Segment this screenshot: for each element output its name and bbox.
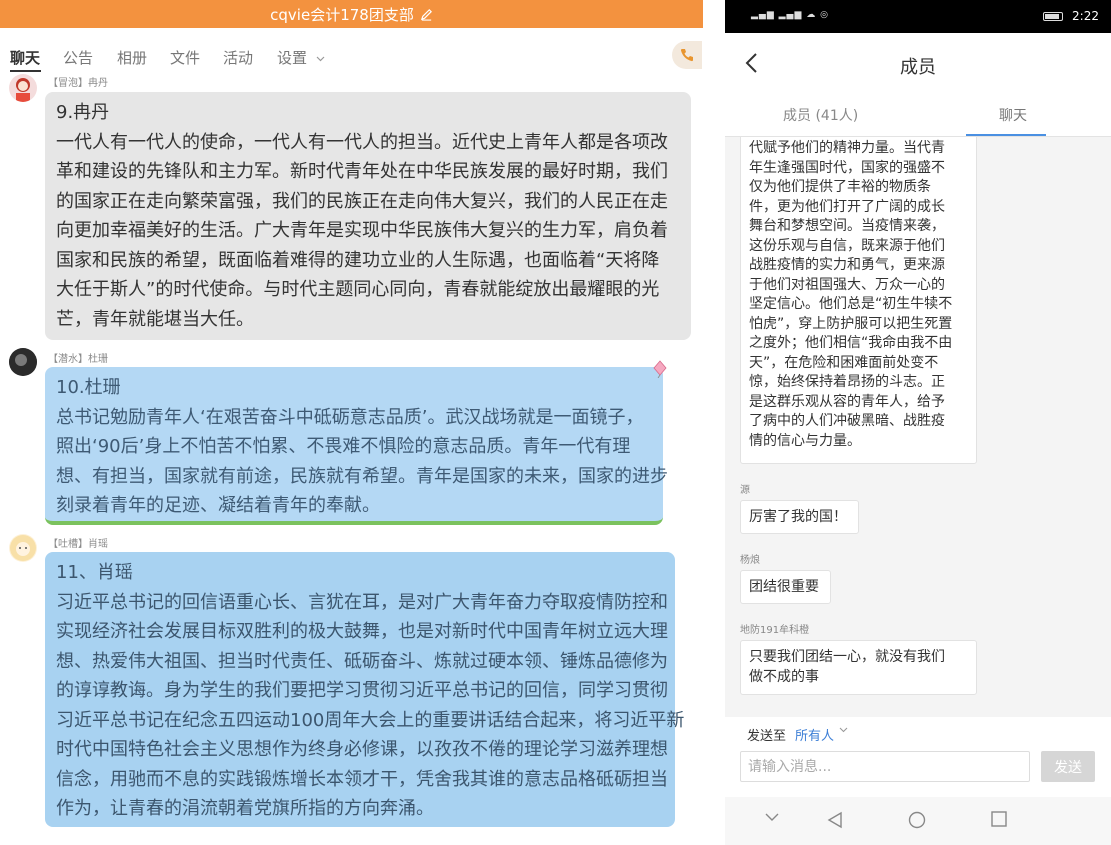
- group-tabs: 聊天 公告 相册 文件 活动 设置: [0, 28, 703, 72]
- recents-square-icon[interactable]: [991, 811, 1007, 827]
- status-bar: ▂▄▆ ▂▄▆ ☁ ◎ 2:22: [725, 0, 1111, 33]
- message-line: 想、热爱伟大祖国、担当时代责任、砥砺奋斗、炼就过硬本领、锤炼品德修为: [56, 650, 668, 672]
- message-bubble[interactable]: 10.杜珊 总书记勉励青年人‘在艰苦奋斗中砥砺意志品质’。武汉战场就是一面镜子，…: [45, 367, 668, 525]
- message-line: 的国家正在走向繁荣富强，我们的民族正在走向伟大复兴，我们的人民正在走: [56, 190, 668, 212]
- tab-album[interactable]: 相册: [117, 47, 147, 68]
- back-triangle-icon[interactable]: [827, 811, 843, 829]
- message-line: 刻录着青年的足迹、凝结着青年的奉献。: [56, 495, 380, 516]
- home-circle-icon[interactable]: [908, 811, 926, 829]
- message-line: 代赋予他们的精神力量。当代青: [749, 140, 945, 156]
- message-bubble[interactable]: 只要我们团结一心，就没有我们 做不成的事: [740, 640, 977, 695]
- tab-files[interactable]: 文件: [170, 47, 200, 68]
- tab-settings[interactable]: 设置: [277, 47, 325, 68]
- avatar[interactable]: [9, 74, 37, 102]
- group-title-bar: cqvie会计178团支部: [0, 0, 703, 28]
- message-line: 舞台和梦想空间。当疫情来袭，: [749, 218, 945, 234]
- message-bubble[interactable]: 团结很重要: [740, 570, 831, 604]
- message-line: 总书记勉励青年人‘在艰苦奋斗中砥砺意志品质’。武汉战场就是一面镜子，: [56, 406, 644, 428]
- tab-settings-label: 设置: [277, 49, 308, 67]
- tab-chat[interactable]: 聊天: [10, 47, 40, 68]
- sender-name: 【潜水】杜珊: [48, 354, 108, 365]
- edit-icon[interactable]: [420, 8, 433, 21]
- nav-bar: 成员: [725, 33, 1111, 93]
- tab-activity[interactable]: 活动: [223, 47, 253, 68]
- message-line: 时代中国特色社会主义思想作为终身必修课，以孜孜不倦的理论学习滋养理想: [56, 739, 668, 760]
- avatar[interactable]: [9, 534, 37, 562]
- message-line: 习近平总书记在纪念五四运动100周年大会上的重要讲话结合起来，将习近平新: [56, 709, 685, 731]
- message-line: 作为，让青春的涓流朝着党旗所指的方向奔涌。: [56, 798, 434, 819]
- battery-icon: [1043, 12, 1063, 21]
- avatar[interactable]: [9, 348, 37, 376]
- send-button[interactable]: 发送: [1041, 751, 1095, 782]
- chevron-down-icon[interactable]: [839, 727, 848, 733]
- recipient-select[interactable]: 所有人: [795, 725, 834, 744]
- message-line: 想、有担当，国家就有前途，民族就有希望。青年是国家的未来，国家的进步: [56, 465, 668, 487]
- message-line: 只要我们团结一心，就没有我们: [749, 649, 945, 665]
- message-line: 习近平总书记的回信语重心长、言犹在耳，是对广大青年奋力夺取疫情防控和: [56, 591, 668, 613]
- message-line: 于他们对祖国强大、万众一心的: [749, 276, 945, 293]
- message-line: 仅为他们提供了丰裕的物质条: [749, 179, 931, 195]
- message-line: 大任于斯人”的时代使命。与时代主题同心同向，青春就能绽放出最耀眼的光: [56, 279, 660, 300]
- message-title: 10.杜珊: [56, 377, 121, 398]
- message-line: 做不成的事: [749, 668, 819, 685]
- active-tab-indicator: [966, 134, 1046, 136]
- signal-icon: ▂▄▆ ▂▄▆ ☁ ◎: [751, 10, 829, 20]
- send-to-label: 发送至: [747, 729, 787, 744]
- message-line: 一代人有一代人的使命，一代人有一代人的担当。近代史上青年人都是各项改: [56, 131, 668, 153]
- message-bubble[interactable]: 11、肖瑶 习近平总书记的回信语重心长、言犹在耳，是对广大青年奋力夺取疫情防控和…: [45, 552, 685, 827]
- voice-call-button[interactable]: [672, 41, 702, 69]
- message-line: 照出‘90后’身上不怕苦不怕累、不畏难不惧险的意志品质。青年一代有理: [56, 436, 631, 457]
- sender-name: 地防191牟科橙: [740, 625, 810, 636]
- message-bubble[interactable]: 厉害了我的国！: [740, 500, 859, 534]
- tab-chat[interactable]: 聊天: [999, 105, 1027, 125]
- message-line: 之度外；他们相信“我命由我不由: [749, 335, 953, 351]
- compose-area: 发送至 所有人 发送: [725, 717, 1111, 797]
- message-line: 信念，用驰而不息的实践锻炼增长本领才干，凭舍我其谁的意志品格砥砺担当: [56, 768, 668, 790]
- status-time: 2:22: [1072, 9, 1099, 23]
- message-line: 这份乐观与自信，既来源于他们: [749, 237, 945, 254]
- message-line: 惊，始终保持着昂扬的斗志。正: [749, 374, 945, 390]
- tab-members[interactable]: 成员 (41人): [783, 105, 858, 125]
- message-line: 坚定信心。他们总是“初生牛犊不: [749, 296, 953, 312]
- mobile-group-screen: ▂▄▆ ▂▄▆ ☁ ◎ 2:22 成员 成员 (41人) 聊天 代赋予他们的精神…: [725, 0, 1111, 845]
- chevron-down-icon[interactable]: [765, 811, 779, 823]
- segment-tabs: 成员 (41人) 聊天: [725, 93, 1111, 137]
- sender-name: 【吐槽】肖瑶: [48, 539, 108, 550]
- message-line: 的谆谆教诲。身为学生的我们要把学习贯彻习近平总书记的回信，同学习贯彻: [56, 680, 668, 701]
- message-line: 团结很重要: [749, 579, 819, 595]
- active-tab-indicator: [10, 70, 41, 72]
- message-line: 件，更为他们打开了广阔的成长: [749, 198, 945, 215]
- system-nav-bar: [725, 797, 1111, 845]
- message-line: 革和建设的先锋队和主力军。新时代青年处在中华民族发展的最好时期，我们: [56, 161, 668, 182]
- message-line: 了病中的人们冲破黑暗、战胜疫: [749, 413, 945, 429]
- message-line: 国家和民族的希望，既面临着难得的建功立业的人生际遇，也面临着“天将降: [56, 249, 660, 271]
- message-line: 厉害了我的国！: [749, 509, 847, 525]
- chat-list[interactable]: 代赋予他们的精神力量。当代青 年生逢强国时代，国家的强盛不 仅为他们提供了丰裕的…: [725, 137, 1111, 717]
- group-title: cqvie会计178团支部: [270, 5, 414, 24]
- message-line: 怕虎”，穿上防护服可以把生死置: [749, 315, 953, 332]
- tab-announcement[interactable]: 公告: [63, 47, 93, 68]
- message-bubble[interactable]: 代赋予他们的精神力量。当代青 年生逢强国时代，国家的强盛不 仅为他们提供了丰裕的…: [740, 137, 977, 464]
- sender-name: 杨烺: [740, 555, 760, 566]
- qq-group-window: cqvie会计178团支部 聊天 公告 相册 文件 活动 设置 【冒泡】冉丹 9…: [0, 0, 703, 845]
- sender-name: 【冒泡】冉丹: [48, 78, 108, 89]
- message-title: 9.冉丹: [56, 102, 110, 123]
- message-line: 是这群乐观从容的青年人，给予: [749, 393, 945, 410]
- message-line: 实现经济社会发展目标双胜利的极大鼓舞，也是对新时代中国青年树立远大理: [56, 621, 668, 642]
- message-line: 情的信心与力量。: [749, 432, 861, 449]
- page-title: 成员: [900, 57, 936, 78]
- message-title: 11、肖瑶: [56, 562, 133, 583]
- phone-icon: [680, 49, 693, 62]
- message-line: 战胜疫情的实力和勇气，更来源: [749, 257, 945, 273]
- sender-name: 源: [740, 485, 750, 496]
- kite-icon: [653, 360, 667, 378]
- chevron-down-icon: [316, 56, 325, 61]
- message-line: 年生逢强国时代，国家的强盛不: [749, 159, 945, 176]
- message-line: 向更加幸福美好的生活。广大青年是实现中华民族伟大复兴的生力军，肩负着: [56, 220, 668, 241]
- message-input[interactable]: [740, 751, 1030, 782]
- message-bubble[interactable]: 9.冉丹 一代人有一代人的使命，一代人有一代人的担当。近代史上青年人都是各项改 …: [45, 92, 691, 340]
- message-line: 天”，在危险和困难面前处变不: [749, 354, 939, 371]
- message-line: 芒，青年就能堪当大任。: [56, 308, 254, 330]
